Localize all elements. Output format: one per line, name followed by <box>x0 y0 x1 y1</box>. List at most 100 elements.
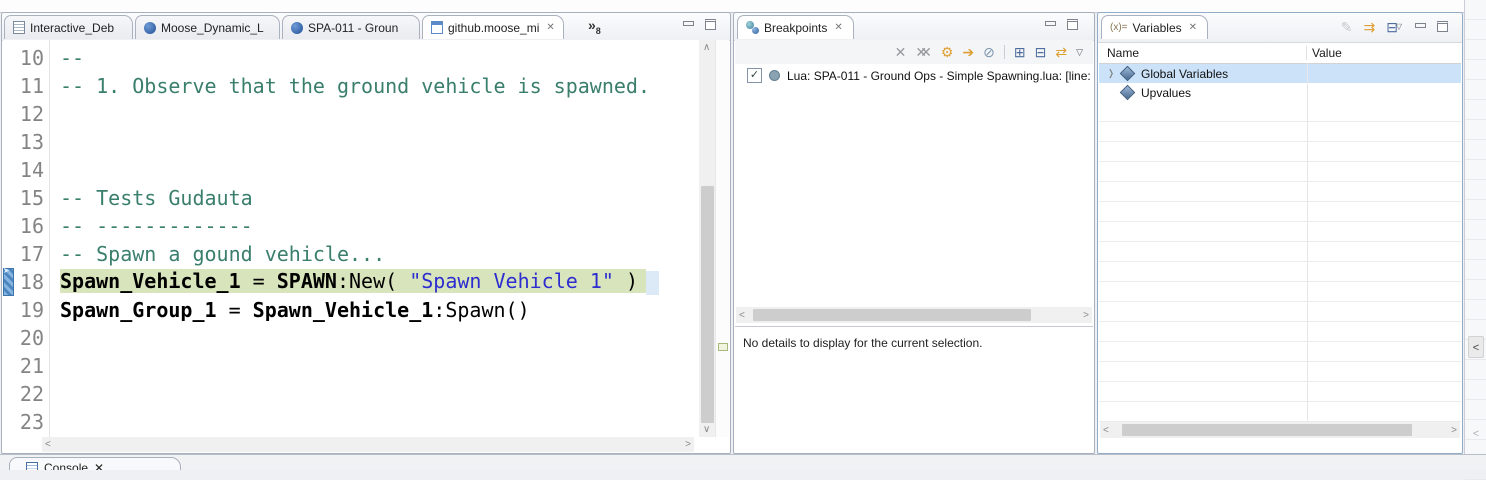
scroll-left-icon[interactable]: < <box>45 440 51 450</box>
variable-row-global-variables[interactable]: ❭Global Variables <box>1099 64 1461 83</box>
empty-table-row <box>1099 202 1461 222</box>
empty-table-row <box>1099 322 1461 342</box>
variable-diamond-icon <box>1120 85 1136 101</box>
code-line-22: 22 <box>3 380 699 408</box>
breakpoint-row[interactable]: ✓ Lua: SPA-011 - Ground Ops - Simple Spa… <box>735 66 1093 85</box>
strip-row-line <box>1465 260 1486 280</box>
variables-table[interactable]: Name Value ❭Global VariablesUpvalues <box>1099 43 1461 422</box>
scrollbar-thumb[interactable] <box>701 186 714 423</box>
variables-horizontal-scrollbar[interactable]: < > <box>1100 422 1460 438</box>
variable-row-upvalues[interactable]: Upvalues <box>1099 83 1461 102</box>
line-number: 20 <box>3 326 52 350</box>
line-text: -- 1. Observe that the ground vehicle is… <box>52 74 650 98</box>
remove-breakpoint-icon[interactable]: ✕ <box>895 45 907 59</box>
editor-tab-github-moose-mi[interactable]: github.moose_mi✕ <box>422 15 564 39</box>
scroll-right-icon[interactable]: > <box>1451 426 1457 436</box>
show-logical-structure-icon[interactable]: ⇉ <box>1364 20 1376 34</box>
scroll-right-icon[interactable]: > <box>685 440 691 450</box>
breakpoints-horizontal-scrollbar[interactable]: < > <box>736 307 1092 323</box>
breakpoint-details-pane: No details to display for the current se… <box>735 326 1093 452</box>
line-number: 15 <box>3 186 52 210</box>
link-with-debug-view-icon[interactable]: ⇄ <box>1055 45 1067 59</box>
tab-label: Moose_Dynamic_L <box>161 21 264 35</box>
scroll-down-icon[interactable]: ∨ <box>703 425 710 435</box>
code-line-18: 18Spawn_Vehicle_1 = SPAWN:New( "Spawn Ve… <box>3 268 699 296</box>
column-header-name[interactable]: Name <box>1099 46 1307 60</box>
tab-console[interactable]: Console ✕ <box>9 457 181 470</box>
breakpoints-toolbar: ✕✕✕⚙➔⊘⊞⊟⇄▽ <box>735 40 1093 64</box>
editor-vertical-scrollbar[interactable]: ∧ ∨ <box>699 40 716 437</box>
editor-horizontal-scrollbar[interactable]: < > <box>42 437 694 452</box>
close-icon[interactable]: ✕ <box>546 22 554 33</box>
close-icon[interactable]: ✕ <box>1189 22 1197 33</box>
minimize-view-icon[interactable] <box>682 20 693 29</box>
editor-tab-interactive-deb[interactable]: Interactive_Deb <box>4 15 133 39</box>
line-number: 22 <box>3 382 52 406</box>
strip-row-line <box>1465 60 1486 80</box>
strip-row-line <box>1465 240 1486 260</box>
variables-toolbar: ✎⇉⊟ <box>1341 20 1398 34</box>
scroll-left-icon[interactable]: < <box>1103 426 1109 436</box>
tab-label: SPA-011 - Groun <box>308 21 398 35</box>
editor-tab-spa-011-groun[interactable]: SPA-011 - Groun <box>282 15 420 39</box>
maximize-view-icon[interactable] <box>705 19 716 30</box>
strip-row-line <box>1465 200 1486 220</box>
empty-table-row <box>1099 102 1461 122</box>
go-to-file-icon[interactable]: ➔ <box>962 45 974 59</box>
column-divider[interactable] <box>1307 63 1308 422</box>
breakpoint-enabled-checkbox[interactable]: ✓ <box>747 68 762 83</box>
remove-all-breakpoints-icon[interactable]: ✕✕ <box>915 45 924 59</box>
overview-ruler[interactable] <box>715 40 729 437</box>
expand-chevron-icon[interactable]: ❭ <box>1099 68 1119 79</box>
scrollbar-thumb[interactable] <box>753 309 1031 321</box>
code-line-13: 13 <box>3 128 699 156</box>
tab-variables[interactable]: (x)= Variables ✕ <box>1101 15 1208 39</box>
lua-file-icon <box>291 22 303 34</box>
breakpoints-view-icon <box>746 21 759 34</box>
scroll-left-icon[interactable]: < <box>1468 423 1484 445</box>
collapse-all-icon[interactable]: ⊟ <box>1035 45 1047 59</box>
code-editor[interactable]: 10--11-- 1. Observe that the ground vehi… <box>3 40 699 437</box>
skip-all-breakpoints-icon[interactable]: ⊘ <box>983 45 995 59</box>
empty-table-row <box>1099 362 1461 382</box>
maximize-view-icon[interactable] <box>1437 21 1448 32</box>
editor-window-icon <box>431 21 443 34</box>
scroll-up-icon[interactable]: ∧ <box>703 43 710 53</box>
strip-row-line <box>1465 180 1486 200</box>
code-line-16: 16-- ------------- <box>3 212 699 240</box>
tab-overflow-chevron[interactable]: »8 <box>588 17 601 36</box>
code-line-12: 12 <box>3 100 699 128</box>
strip-row-line <box>1465 220 1486 240</box>
bottom-panel-strip: Console ✕ <box>0 454 1486 470</box>
close-icon[interactable]: ✕ <box>834 22 842 33</box>
minimize-view-icon[interactable] <box>1414 22 1425 31</box>
strip-row-line <box>1465 360 1486 380</box>
debug-current-line-marker-icon[interactable] <box>3 268 14 296</box>
line-number: 23 <box>3 410 52 434</box>
line-number: 10 <box>3 46 52 70</box>
lua-file-icon <box>144 22 156 34</box>
scroll-left-icon[interactable]: < <box>739 311 745 321</box>
scrollbar-thumb[interactable] <box>1122 424 1412 436</box>
toolbar-separator <box>1004 45 1005 59</box>
tab-label: Interactive_Deb <box>30 21 114 35</box>
editor-tabbar: Interactive_Deb Moose_Dynamic_L SPA-011 - … <box>2 13 730 41</box>
maximize-view-icon[interactable] <box>1067 19 1078 30</box>
show-type-names-icon[interactable]: ✎ <box>1341 20 1353 34</box>
scroll-right-icon[interactable]: > <box>1083 311 1089 321</box>
minimize-view-icon[interactable] <box>1044 20 1055 29</box>
line-text: -- ------------- <box>52 214 253 238</box>
expand-all-icon[interactable]: ⊞ <box>1014 45 1026 59</box>
view-menu-icon[interactable]: ▽ <box>1076 48 1083 57</box>
current-line-annotation[interactable] <box>718 343 728 351</box>
tab-breakpoints[interactable]: Breakpoints ✕ <box>737 15 854 39</box>
column-header-value[interactable]: Value <box>1307 46 1342 60</box>
code-line-21: 21 <box>3 352 699 380</box>
strip-row-line <box>1465 400 1486 420</box>
collapsed-view-strip: < < <box>1464 0 1486 469</box>
view-menu-icon[interactable]: ▽ <box>1396 22 1402 31</box>
editor-tab-moose-dynamic-l[interactable]: Moose_Dynamic_L <box>135 15 280 39</box>
table-header[interactable]: Name Value <box>1099 43 1461 64</box>
show-breakpoints-for-target-icon[interactable]: ⚙ <box>941 45 954 59</box>
scroll-left-icon[interactable]: < <box>1468 336 1484 358</box>
